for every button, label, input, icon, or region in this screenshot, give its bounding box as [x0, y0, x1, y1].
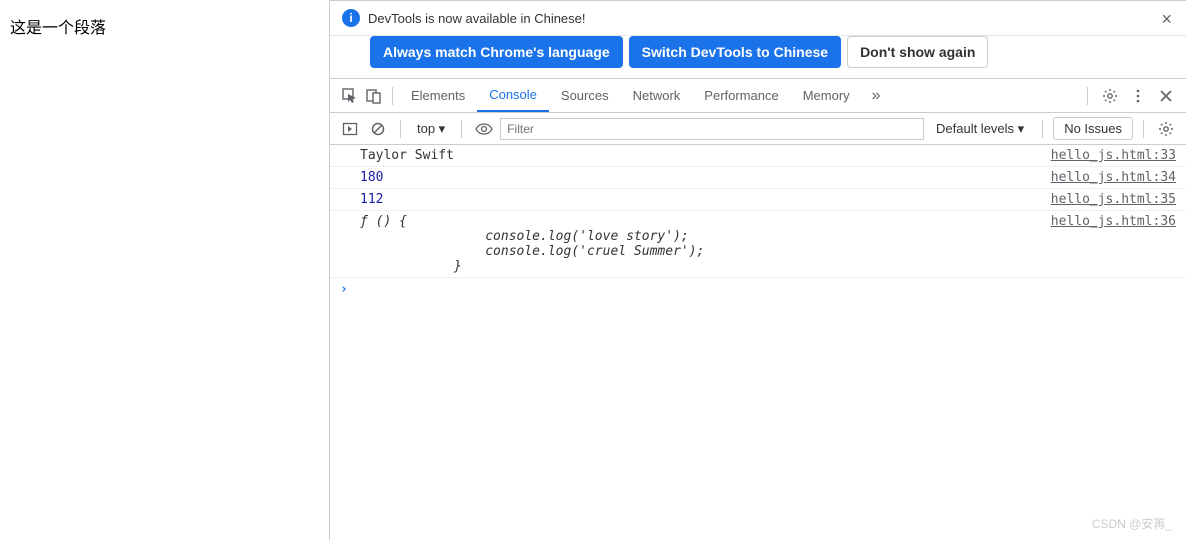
match-language-button[interactable]: Always match Chrome's language	[370, 36, 623, 68]
tab-network[interactable]: Network	[621, 79, 693, 112]
separator	[1143, 120, 1144, 138]
tab-memory[interactable]: Memory	[791, 79, 862, 112]
dismiss-button[interactable]: Don't show again	[847, 36, 988, 68]
console-prompt[interactable]: ›	[330, 278, 1186, 301]
log-value: ƒ () { console.log('love story'); consol…	[360, 214, 1051, 274]
log-source-link[interactable]: hello_js.html:35	[1051, 192, 1176, 207]
separator	[1087, 87, 1088, 105]
chevron-right-icon: ›	[340, 282, 348, 297]
issues-button[interactable]: No Issues	[1053, 117, 1133, 140]
watermark: CSDN @安苒_	[1092, 515, 1172, 532]
log-source-link[interactable]: hello_js.html:34	[1051, 170, 1176, 185]
close-icon[interactable]: ×	[1161, 9, 1172, 30]
sidebar-toggle-icon[interactable]	[338, 117, 362, 141]
log-source-link[interactable]: hello_js.html:33	[1051, 148, 1176, 163]
devtools-panel: i DevTools is now available in Chinese! …	[330, 0, 1186, 540]
console-log-row: ƒ () { console.log('love story'); consol…	[330, 211, 1186, 278]
eye-icon[interactable]	[472, 117, 496, 141]
separator	[400, 120, 401, 138]
info-icon: i	[342, 9, 360, 27]
close-devtools-icon[interactable]	[1154, 84, 1178, 108]
log-value: Taylor Swift	[360, 148, 1051, 163]
gear-icon[interactable]	[1154, 117, 1178, 141]
console-output: Taylor Swift hello_js.html:33 180 hello_…	[330, 145, 1186, 540]
console-toolbar: top ▾ Default levels ▾ No Issues	[330, 113, 1186, 145]
device-toggle-icon[interactable]	[362, 84, 386, 108]
log-source-link[interactable]: hello_js.html:36	[1051, 214, 1176, 274]
log-value: 112	[360, 192, 1051, 207]
log-value: 180	[360, 170, 1051, 185]
language-banner: i DevTools is now available in Chinese! …	[330, 1, 1186, 36]
separator	[392, 87, 393, 105]
log-levels-selector[interactable]: Default levels ▾	[928, 121, 1032, 137]
switch-language-button[interactable]: Switch DevTools to Chinese	[629, 36, 841, 68]
separator	[1042, 120, 1043, 138]
tab-performance[interactable]: Performance	[692, 79, 790, 112]
clear-console-icon[interactable]	[366, 117, 390, 141]
console-log-row: 180 hello_js.html:34	[330, 167, 1186, 189]
context-selector[interactable]: top ▾	[411, 121, 451, 137]
devtools-tabs: Elements Console Sources Network Perform…	[330, 79, 1186, 113]
banner-buttons: Always match Chrome's language Switch De…	[330, 36, 1186, 79]
console-log-row: Taylor Swift hello_js.html:33	[330, 145, 1186, 167]
tab-console[interactable]: Console	[477, 79, 549, 112]
kebab-menu-icon[interactable]	[1126, 84, 1150, 108]
inspect-icon[interactable]	[338, 84, 362, 108]
console-log-row: 112 hello_js.html:35	[330, 189, 1186, 211]
more-tabs-icon[interactable]: »	[862, 87, 891, 105]
tab-sources[interactable]: Sources	[549, 79, 621, 112]
page-content: 这是一个段落	[0, 0, 330, 540]
page-paragraph: 这是一个段落	[10, 14, 319, 38]
banner-message: DevTools is now available in Chinese!	[368, 11, 586, 26]
filter-input[interactable]	[500, 118, 924, 140]
separator	[461, 120, 462, 138]
tab-elements[interactable]: Elements	[399, 79, 477, 112]
gear-icon[interactable]	[1098, 84, 1122, 108]
